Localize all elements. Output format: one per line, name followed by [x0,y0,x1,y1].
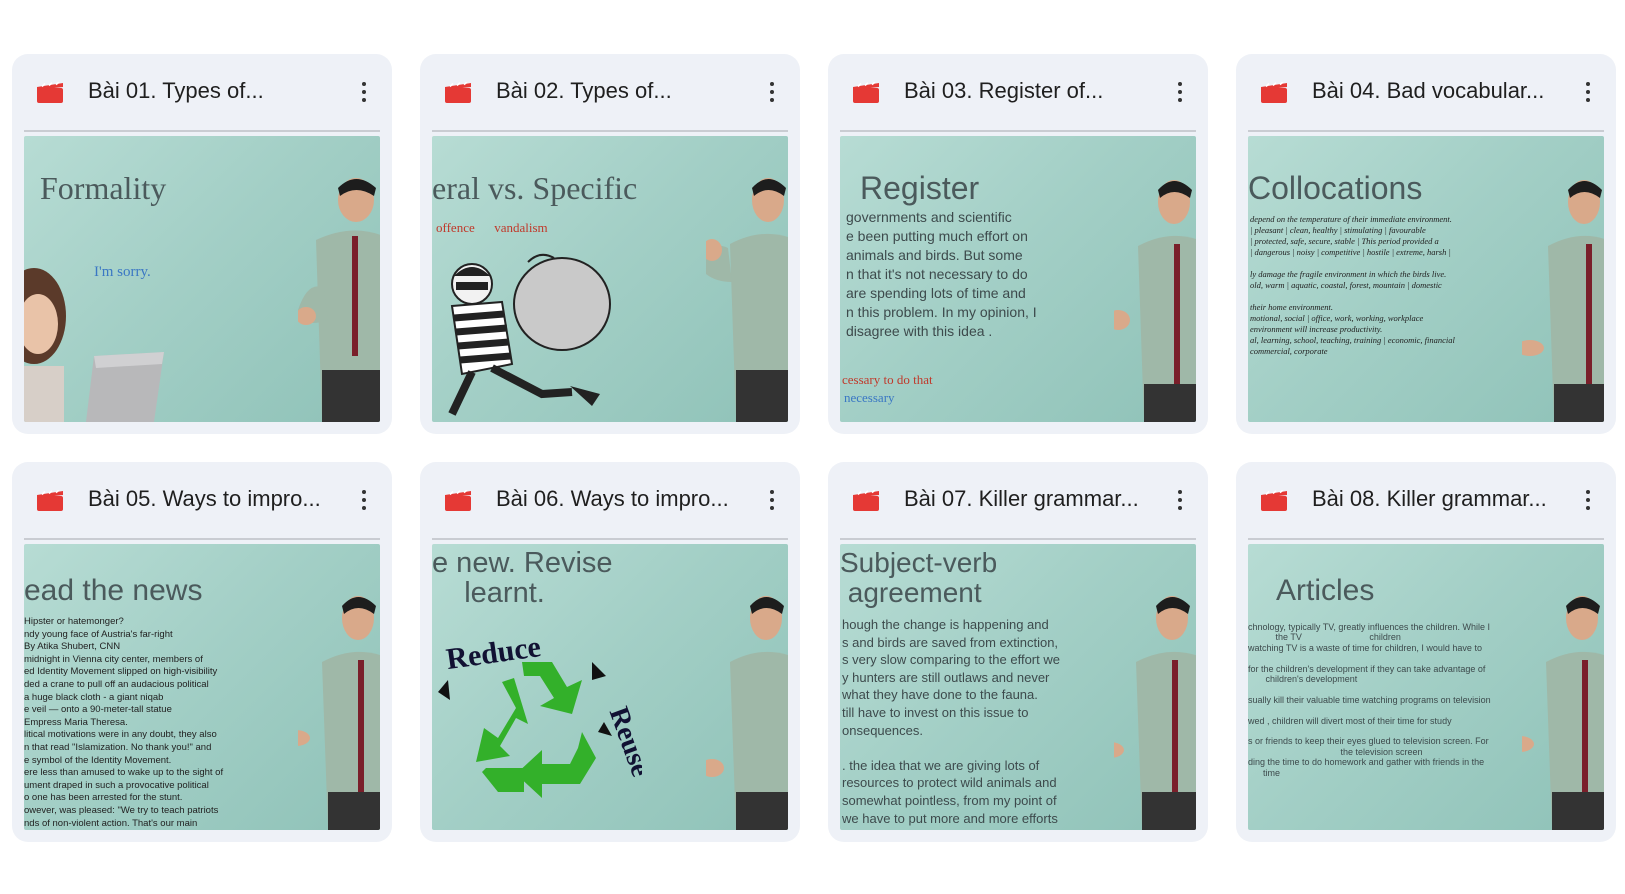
slide-title: Register [860,170,980,206]
card-title[interactable]: Bài 03. Register of... [904,76,1154,106]
card-divider [24,130,380,132]
recycle-logo-illustration: Reduce Reuse [438,630,642,798]
video-thumbnail[interactable]: e new. Revise learnt. Reduce Reuse [432,544,788,830]
presenter-figure [1522,180,1604,422]
card-header: Bài 03. Register of... [828,54,1208,126]
slide-suggestion: necessary [844,390,895,405]
presenter-figure [298,178,380,422]
card-title[interactable]: Bài 04. Bad vocabular... [1312,76,1562,106]
woman-laptop-illustration [24,268,164,422]
video-card[interactable]: Bài 01. Types of... Formality I'm sorry. [12,54,392,434]
video-thumbnail[interactable]: Collocations depend on the temperature o… [1248,136,1604,422]
video-card[interactable]: Bài 05. Ways to impro... ead the news Hi… [12,462,392,842]
video-clapper-icon [445,82,471,103]
video-card[interactable]: Bài 02. Types of... eral vs. Specific of… [420,54,800,434]
video-clapper-icon [853,490,879,511]
video-thumbnail[interactable]: ead the news Hipster or hatemonger? ndy … [24,544,380,830]
video-thumbnail[interactable]: eral vs. Specific offence vandalism [432,136,788,422]
thief-illustration [448,253,611,416]
slide-title: ead the news [24,574,203,607]
card-header: Bài 04. Bad vocabular... [1236,54,1616,126]
card-title[interactable]: Bài 08. Killer grammar... [1312,484,1562,514]
slide-body-text: governments and scientific e been puttin… [846,209,1037,339]
more-vert-icon[interactable] [350,76,378,108]
card-divider [432,130,788,132]
slide-title: eral vs. Specific [432,170,638,206]
slide-body-text: depend on the temperature of their immed… [1250,214,1455,356]
card-header: Bài 02. Types of... [420,54,800,126]
video-card[interactable]: Bài 08. Killer grammar... Articles chnol… [1236,462,1616,842]
slide-keywords: offence vandalism [436,220,548,235]
slide-title: Articles [1276,574,1375,607]
slide-title: Formality [40,170,167,206]
video-clapper-icon [37,490,63,511]
presenter-figure [1114,596,1196,830]
presenter-figure [298,596,380,830]
card-title[interactable]: Bài 06. Ways to impro... [496,484,746,514]
more-vert-icon[interactable] [1166,484,1194,516]
card-header: Bài 08. Killer grammar... [1236,462,1616,534]
card-divider [24,538,380,540]
more-vert-icon[interactable] [758,76,786,108]
card-title[interactable]: Bài 07. Killer grammar... [904,484,1154,514]
more-vert-icon[interactable] [350,484,378,516]
video-card[interactable]: Bài 07. Killer grammar... Subject-verb a… [828,462,1208,842]
video-thumbnail[interactable]: Subject-verb agreement hough the change … [840,544,1196,830]
video-thumbnail[interactable]: Formality I'm sorry. [24,136,380,422]
slide-title: e new. Revise learnt. [432,547,613,609]
video-card[interactable]: Bài 03. Register of... Register governme… [828,54,1208,434]
slide-body-text: chnology, typically TV, greatly influenc… [1248,622,1491,778]
video-card[interactable]: Bài 06. Ways to impro... e new. Revise l… [420,462,800,842]
video-clapper-icon [37,82,63,103]
presenter-figure [706,178,788,422]
card-header: Bài 07. Killer grammar... [828,462,1208,534]
card-header: Bài 06. Ways to impro... [420,462,800,534]
video-card[interactable]: Bài 04. Bad vocabular... Collocations de… [1236,54,1616,434]
card-header: Bài 05. Ways to impro... [12,462,392,534]
video-clapper-icon [1261,82,1287,103]
card-divider [840,538,1196,540]
card-divider [840,130,1196,132]
recycle-side-word: Reuse [603,703,642,781]
card-header: Bài 01. Types of... [12,54,392,126]
video-thumbnail[interactable]: Articles chnology, typically TV, greatly… [1248,544,1604,830]
slide-correction: cessary to do that [842,372,933,387]
card-divider [432,538,788,540]
slide-article-text: Hipster or hatemonger? ndy young face of… [24,616,224,829]
video-clapper-icon [1261,490,1287,511]
video-clapper-icon [853,82,879,103]
slide-title: Subject-verb agreement [840,547,998,608]
card-title[interactable]: Bài 02. Types of... [496,76,746,106]
slide-body-text: hough the change is happening and s and … [842,617,1060,826]
presenter-figure [1114,180,1196,422]
slide-title: Collocations [1248,170,1423,206]
more-vert-icon[interactable] [1574,484,1602,516]
more-vert-icon[interactable] [758,484,786,516]
more-vert-icon[interactable] [1166,76,1194,108]
card-title[interactable]: Bài 05. Ways to impro... [88,484,338,514]
video-thumbnail[interactable]: Register governments and scientific e be… [840,136,1196,422]
video-clapper-icon [445,490,471,511]
card-divider [1248,130,1604,132]
more-vert-icon[interactable] [1574,76,1602,108]
card-divider [1248,538,1604,540]
card-title[interactable]: Bài 01. Types of... [88,76,338,106]
presenter-figure [1522,596,1604,830]
presenter-figure [706,596,788,830]
video-grid: Bài 01. Types of... Formality I'm sorry. [12,54,1616,842]
